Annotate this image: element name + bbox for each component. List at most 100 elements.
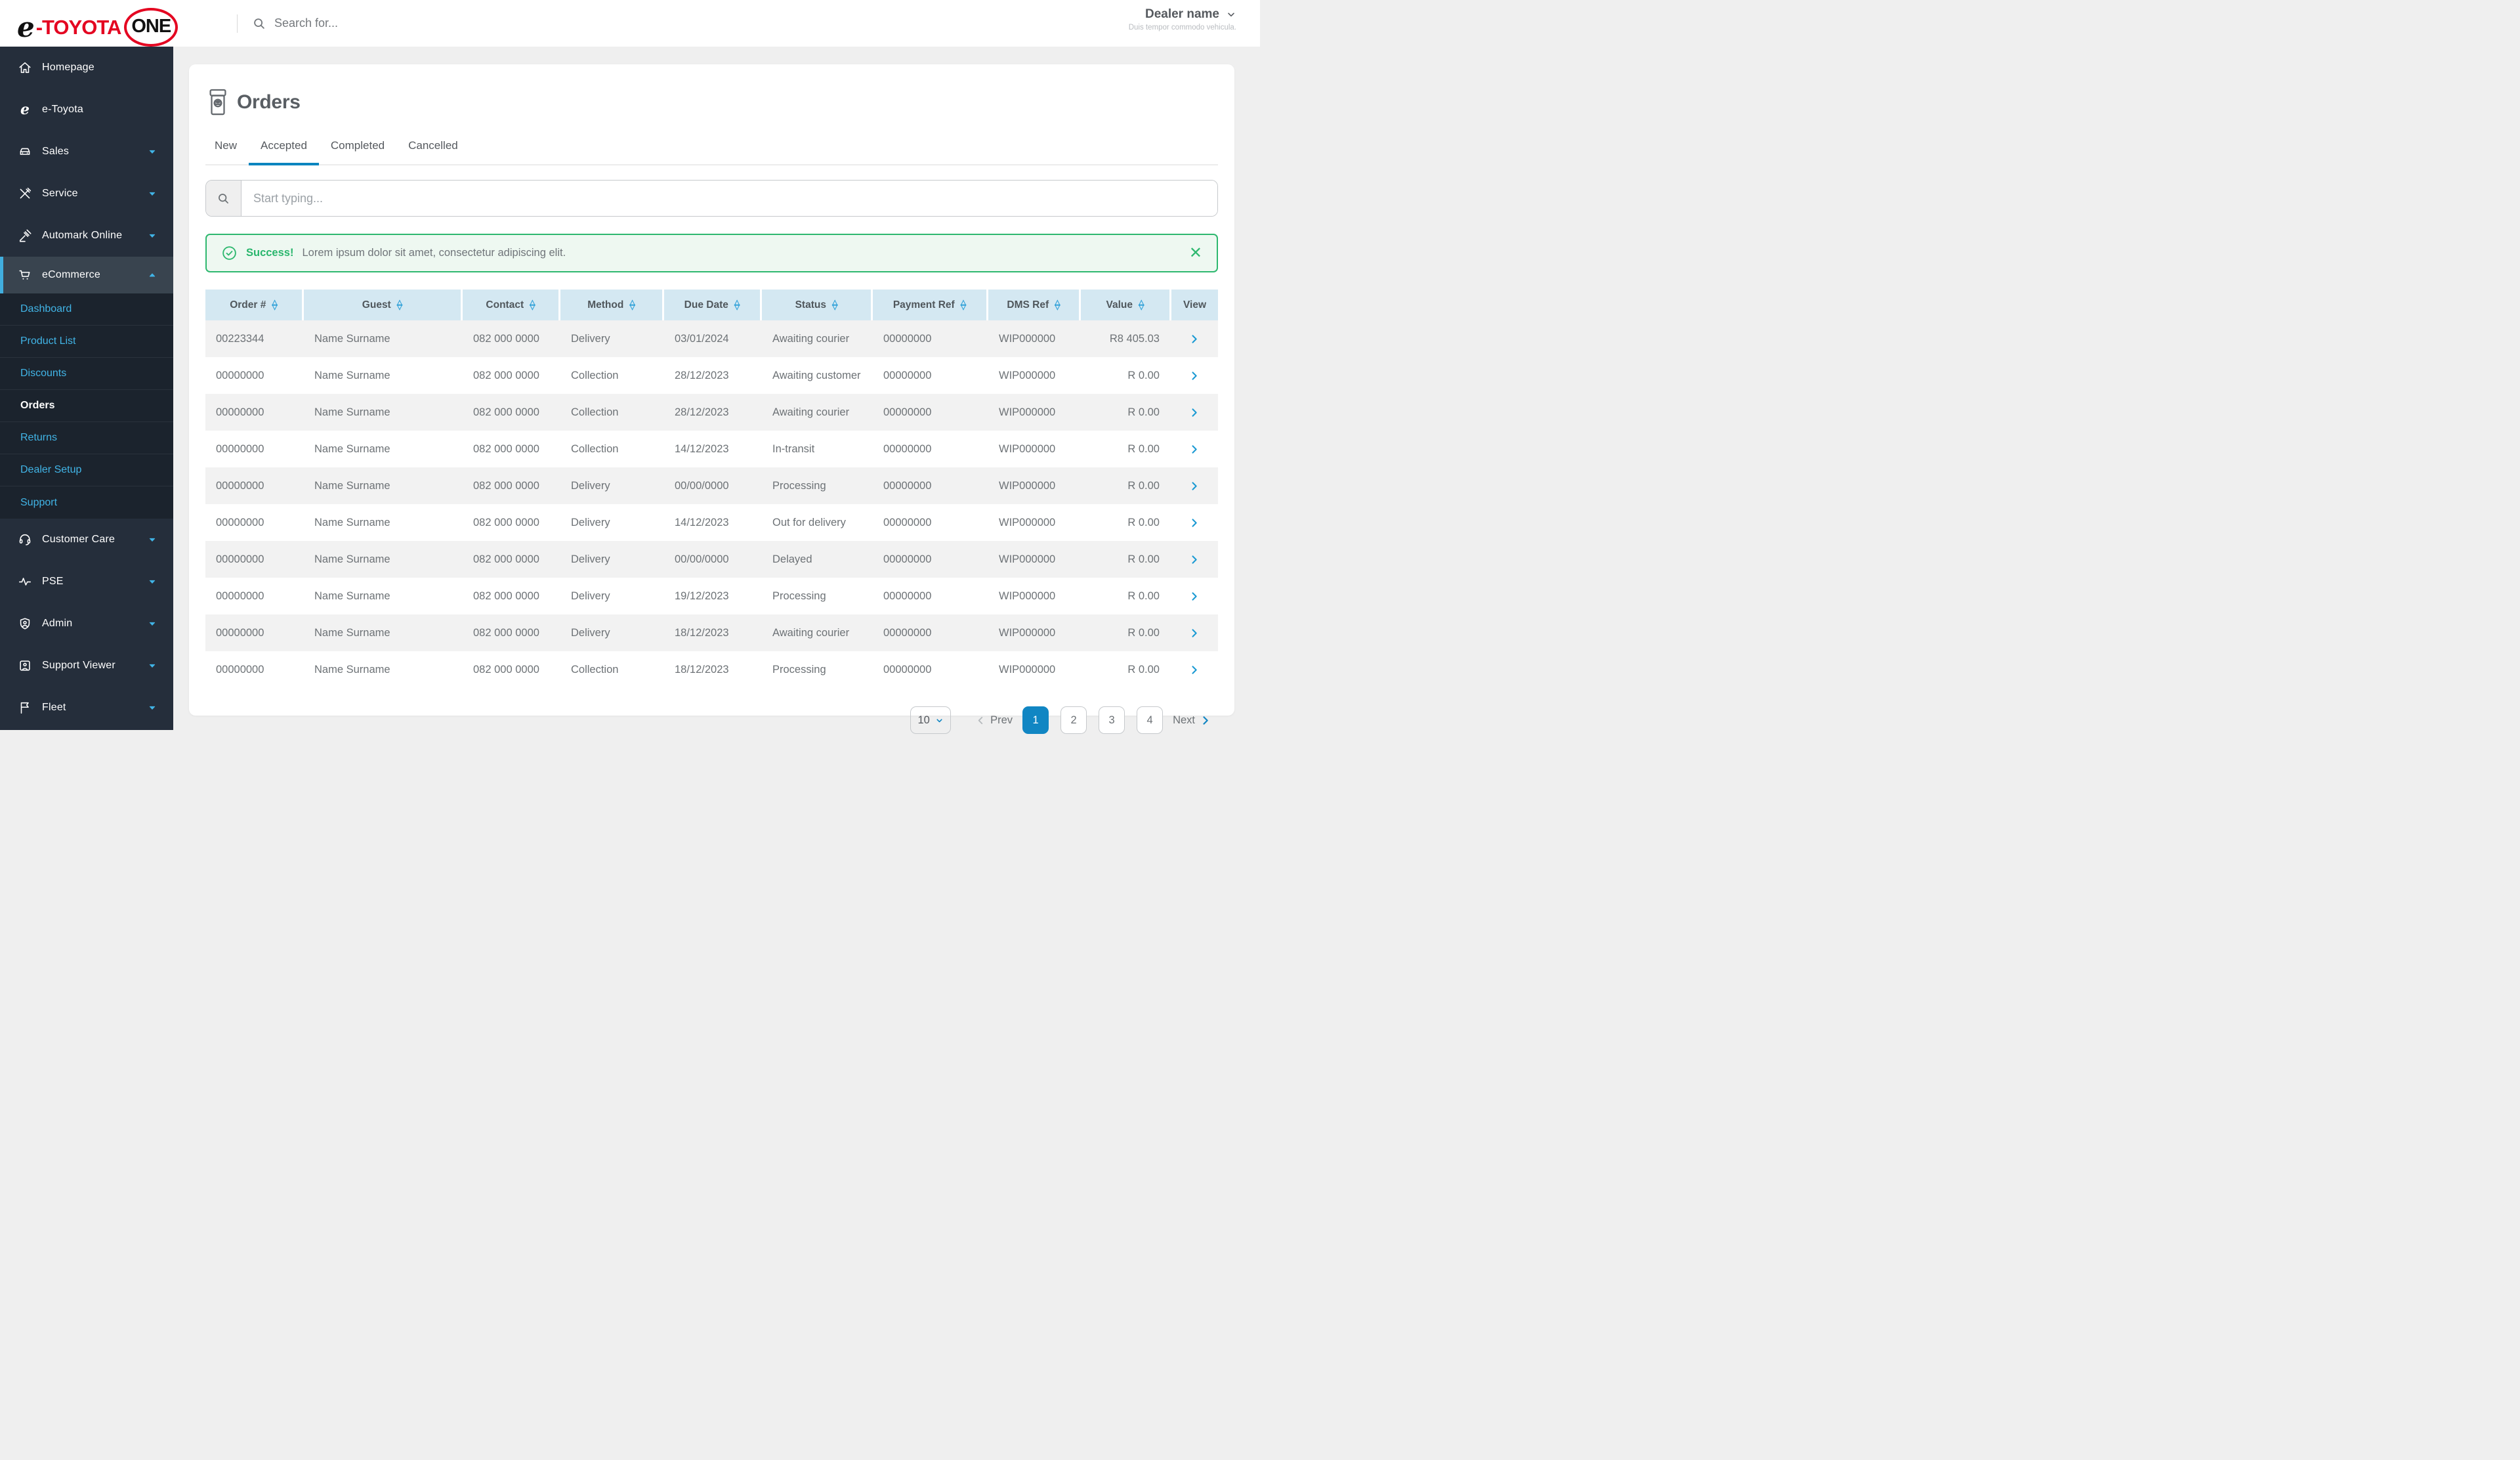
app-logo[interactable]: e -TOYOTA ONE: [17, 8, 178, 47]
cell-contact: 082 000 0000: [473, 626, 539, 639]
cell-status: Out for delivery: [772, 516, 846, 528]
chevron-down-icon[interactable]: [147, 702, 158, 713]
sidebar: Homepage e e-Toyota Sales Service Automa…: [0, 47, 173, 730]
cell-guest: Name Surname: [314, 553, 390, 565]
tab-completed[interactable]: Completed: [319, 139, 396, 165]
sidebar-item-admin[interactable]: Admin: [0, 603, 173, 645]
tab-new[interactable]: New: [203, 139, 249, 165]
chevron-down-icon[interactable]: [147, 660, 158, 671]
sidebar-item-product-list[interactable]: Product List: [0, 326, 173, 358]
cell-dms-ref: WIP000000: [999, 442, 1056, 455]
sidebar-item-dealer-setup[interactable]: Dealer Setup: [0, 454, 173, 486]
sidebar-item-pse[interactable]: PSE: [0, 561, 173, 603]
sidebar-item-label: Automark Online: [42, 230, 123, 241]
chevron-right-icon[interactable]: [1188, 553, 1200, 566]
chevron-right-icon[interactable]: [1188, 480, 1200, 492]
chevron-right-icon[interactable]: [1188, 333, 1200, 345]
sidebar-item-automark-online[interactable]: Automark Online: [0, 215, 173, 257]
sort-icon[interactable]: △ ▽: [832, 299, 837, 311]
sidebar-item-ecommerce[interactable]: eCommerce: [0, 257, 173, 293]
column-header-order[interactable]: Order # △ ▽: [205, 290, 304, 320]
table-row[interactable]: 00000000 Name Surname 082 000 0000 Deliv…: [205, 614, 1218, 651]
close-icon[interactable]: ✕: [1189, 245, 1202, 261]
sidebar-item-fleet[interactable]: Fleet: [0, 687, 173, 729]
cell-dms-ref: WIP000000: [999, 332, 1056, 345]
table-row[interactable]: 00000000 Name Surname 082 000 0000 Deliv…: [205, 541, 1218, 578]
page-button-2[interactable]: 2: [1060, 706, 1087, 734]
page-button-1[interactable]: 1: [1022, 706, 1049, 734]
table-row[interactable]: 00223344 Name Surname 082 000 0000 Deliv…: [205, 320, 1218, 357]
chevron-down-icon[interactable]: [147, 618, 158, 629]
sort-icon[interactable]: △ ▽: [397, 299, 402, 311]
sidebar-item-service[interactable]: Service: [0, 173, 173, 215]
sidebar-item-returns[interactable]: Returns: [0, 422, 173, 454]
page-size-select[interactable]: 10: [910, 706, 952, 734]
sidebar-item-homepage[interactable]: Homepage: [0, 47, 173, 89]
chevron-down-icon[interactable]: [147, 534, 158, 545]
column-header-contact[interactable]: Contact △ ▽: [463, 290, 560, 320]
prev-button[interactable]: Prev: [975, 714, 1013, 727]
table-row[interactable]: 00000000 Name Surname 082 000 0000 Deliv…: [205, 467, 1218, 504]
tab-accepted[interactable]: Accepted: [249, 139, 319, 165]
column-header-due-date[interactable]: Due Date △ ▽: [664, 290, 762, 320]
sidebar-item-support-viewer[interactable]: Support Viewer: [0, 645, 173, 687]
column-header-payment-ref[interactable]: Payment Ref △ ▽: [873, 290, 988, 320]
table-row[interactable]: 00000000 Name Surname 082 000 0000 Colle…: [205, 357, 1218, 394]
chevron-right-icon[interactable]: [1188, 664, 1200, 676]
chevron-down-icon[interactable]: [147, 230, 158, 241]
sort-icon[interactable]: △ ▽: [272, 299, 277, 311]
column-header-dms-ref[interactable]: DMS Ref △ ▽: [988, 290, 1081, 320]
cell-method: Delivery: [571, 332, 610, 345]
table-row[interactable]: 00000000 Name Surname 082 000 0000 Deliv…: [205, 578, 1218, 614]
chevron-right-icon[interactable]: [1188, 590, 1200, 603]
sidebar-item-dashboard[interactable]: Dashboard: [0, 293, 173, 326]
chevron-right-icon[interactable]: [1188, 517, 1200, 529]
global-search[interactable]: Search for...: [252, 0, 338, 47]
chevron-right-icon[interactable]: [1188, 443, 1200, 456]
chevron-up-icon[interactable]: [147, 270, 158, 280]
sort-icon[interactable]: △ ▽: [734, 299, 740, 311]
sort-icon[interactable]: △ ▽: [1055, 299, 1060, 311]
cell-view: [1171, 614, 1218, 651]
table-row[interactable]: 00000000 Name Surname 082 000 0000 Colle…: [205, 651, 1218, 688]
table-row[interactable]: 00000000 Name Surname 082 000 0000 Deliv…: [205, 504, 1218, 541]
table-row[interactable]: 00000000 Name Surname 082 000 0000 Colle…: [205, 394, 1218, 431]
cell-dms-ref: WIP000000: [999, 479, 1056, 492]
chevron-right-icon[interactable]: [1188, 370, 1200, 382]
sidebar-item-e-toyota[interactable]: e e-Toyota: [0, 89, 173, 131]
cell-status: Processing: [772, 479, 826, 492]
cell-value: R 0.00: [1127, 663, 1160, 676]
column-header-guest[interactable]: Guest △ ▽: [304, 290, 463, 320]
sidebar-item-sales[interactable]: Sales: [0, 131, 173, 173]
sidebar-item-orders[interactable]: Orders: [0, 390, 173, 422]
table-row[interactable]: 00000000 Name Surname 082 000 0000 Colle…: [205, 431, 1218, 467]
sort-icon[interactable]: △ ▽: [629, 299, 635, 311]
chevron-right-icon[interactable]: [1188, 406, 1200, 419]
sidebar-item-customer-care[interactable]: Customer Care: [0, 519, 173, 561]
tab-cancelled[interactable]: Cancelled: [396, 139, 470, 165]
column-header-method[interactable]: Method △ ▽: [560, 290, 664, 320]
orders-search-input[interactable]: [242, 181, 1217, 216]
orders-search: [205, 180, 1218, 217]
sort-icon[interactable]: △ ▽: [961, 299, 966, 311]
column-header-status[interactable]: Status △ ▽: [762, 290, 873, 320]
sort-icon[interactable]: △ ▽: [530, 299, 535, 311]
chevron-down-icon[interactable]: [147, 146, 158, 157]
column-label: Contact: [486, 299, 524, 311]
sidebar-item-support[interactable]: Support: [0, 486, 173, 519]
sidebar-item-discounts[interactable]: Discounts: [0, 358, 173, 390]
page-button-3[interactable]: 3: [1099, 706, 1125, 734]
sort-icon[interactable]: △ ▽: [1139, 299, 1144, 311]
chevron-down-icon[interactable]: [147, 576, 158, 587]
chevron-down-icon[interactable]: [147, 188, 158, 199]
column-header-value[interactable]: Value △ ▽: [1081, 290, 1171, 320]
column-label: DMS Ref: [1007, 299, 1049, 311]
chevron-right-icon[interactable]: [1188, 627, 1200, 639]
cell-guest: Name Surname: [314, 626, 390, 639]
page-button-4[interactable]: 4: [1137, 706, 1164, 734]
dealer-menu[interactable]: Dealer name Duis tempor commodo vehicula…: [1129, 7, 1236, 32]
next-button[interactable]: Next: [1173, 714, 1211, 727]
chevron-down-icon[interactable]: [1226, 9, 1236, 20]
cell-view: [1171, 651, 1218, 688]
prev-label: Prev: [990, 714, 1013, 726]
